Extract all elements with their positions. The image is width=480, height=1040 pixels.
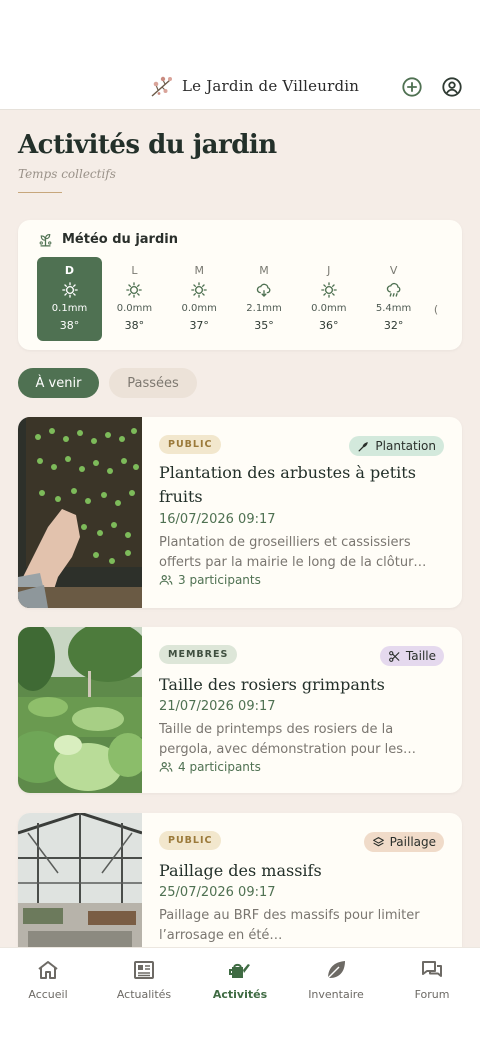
visibility-badge: PUBLIC bbox=[159, 831, 222, 850]
activity-date: 25/07/2026 09:17 bbox=[159, 885, 276, 900]
activity-date: 16/07/2026 09:17 bbox=[159, 512, 276, 527]
watering-can-icon bbox=[229, 963, 250, 978]
category-label: Taille bbox=[405, 649, 436, 663]
activity-card[interactable]: PUBLIC Plantation Plantation des arbuste… bbox=[18, 417, 462, 608]
weather-day-cut: ( bbox=[433, 303, 439, 316]
activity-description: Plantation de groseilliers et cassissier… bbox=[159, 535, 427, 570]
weather-temp: 36° bbox=[319, 319, 339, 332]
sun-icon bbox=[320, 282, 337, 298]
trowel-icon bbox=[358, 441, 369, 451]
nav-label: Activités bbox=[212, 988, 268, 1001]
nav-item-inventaire[interactable]: Inventaire bbox=[288, 958, 384, 1001]
participants-label: 4 participants bbox=[178, 760, 261, 774]
nav-item-forum[interactable]: Forum bbox=[384, 958, 480, 1001]
weather-card: Météo du jardin D 0.1mm 38° L 0.0mm 38° bbox=[18, 220, 462, 350]
nav-label: Forum bbox=[414, 988, 450, 1001]
scissors-icon bbox=[388, 650, 400, 662]
weather-day[interactable]: D 0.1mm 38° bbox=[37, 257, 102, 341]
weather-rain: 0.0mm bbox=[311, 303, 347, 314]
nav-label: Actualités bbox=[116, 988, 172, 1001]
weather-day-partial[interactable]: ( bbox=[426, 257, 446, 341]
weather-day-letter: J bbox=[327, 264, 331, 277]
newspaper-icon bbox=[134, 961, 154, 979]
page-title: Activités du jardin bbox=[18, 130, 277, 160]
brand[interactable]: Le Jardin de Villeurdin bbox=[150, 74, 359, 98]
weather-rain: 5.4mm bbox=[375, 303, 412, 314]
nav-label: Accueil bbox=[28, 988, 68, 1001]
weather-day-letter: L bbox=[131, 264, 138, 277]
nav-item-actualites[interactable]: Actualités bbox=[96, 958, 192, 1001]
activity-title: Taille des rosiers grimpants bbox=[159, 675, 385, 694]
top-bar: Le Jardin de Villeurdin bbox=[0, 66, 480, 110]
weather-day-letter: V bbox=[389, 264, 398, 277]
leaf-icon bbox=[327, 961, 345, 979]
participants-count: 3 participants bbox=[159, 573, 261, 587]
category-label: Plantation bbox=[375, 439, 436, 453]
weather-day[interactable]: M 2.1mm 35° bbox=[232, 257, 297, 341]
garden-beds-photo bbox=[18, 627, 142, 793]
plus-circle-icon[interactable] bbox=[401, 76, 423, 98]
weather-rain: 0.0mm bbox=[181, 303, 217, 314]
page-subtitle: Temps collectifs bbox=[18, 167, 116, 181]
activity-card[interactable]: MEMBRES Taille Taille des rosiers grimpa… bbox=[18, 627, 462, 793]
weather-temp: 37° bbox=[189, 319, 209, 332]
weather-rain: 2.1mm bbox=[246, 303, 282, 314]
weather-title: Météo du jardin bbox=[62, 232, 178, 247]
participants-label: 3 participants bbox=[178, 573, 261, 587]
weather-day-letter: M bbox=[194, 264, 204, 277]
weather-day[interactable]: V 5.4mm 32° bbox=[361, 257, 426, 341]
weather-day[interactable]: M 0.0mm 37° bbox=[167, 257, 232, 341]
bottom-navigation: Accueil Actualités Activités Inventaire … bbox=[0, 947, 480, 1040]
user-circle-icon[interactable] bbox=[441, 76, 463, 98]
category-tag: Paillage bbox=[363, 832, 444, 852]
visibility-badge: PUBLIC bbox=[159, 435, 222, 454]
weather-rain: 0.0mm bbox=[116, 303, 153, 314]
category-label: Paillage bbox=[389, 835, 436, 849]
category-tag: Taille bbox=[379, 646, 444, 666]
tab-past[interactable]: Passées bbox=[109, 368, 197, 398]
weather-header: Météo du jardin bbox=[37, 231, 178, 248]
activity-date: 21/07/2026 09:17 bbox=[159, 699, 276, 714]
nav-item-activites[interactable]: Activités bbox=[192, 958, 288, 1001]
seedling-tray-photo bbox=[18, 417, 142, 608]
chat-bubbles-icon bbox=[422, 961, 442, 977]
activity-title: Plantation des arbustes à petits fruits bbox=[159, 463, 416, 506]
users-icon bbox=[159, 575, 173, 585]
weather-temp: 35° bbox=[254, 319, 274, 332]
tab-upcoming[interactable]: À venir bbox=[18, 368, 99, 398]
weather-temp: 38° bbox=[59, 319, 80, 332]
activity-title: Paillage des massifs bbox=[159, 861, 322, 880]
title-divider bbox=[18, 192, 62, 193]
cloud-drizzle-icon bbox=[256, 283, 271, 297]
layers-icon bbox=[372, 836, 384, 846]
home-icon bbox=[38, 961, 58, 979]
activity-description: Taille de printemps des rosiers de la pe… bbox=[159, 722, 416, 757]
weather-rain: 0.1mm bbox=[51, 303, 88, 314]
greenhouse-photo bbox=[18, 813, 142, 947]
weather-day-letter: D bbox=[64, 264, 75, 277]
weather-day[interactable]: J 0.0mm 36° bbox=[296, 257, 361, 341]
participants-count: 4 participants bbox=[159, 760, 261, 774]
sun-icon bbox=[126, 282, 143, 298]
users-icon bbox=[159, 762, 173, 772]
weather-days[interactable]: D 0.1mm 38° L 0.0mm 38° M 0.0mm 37° M 2.… bbox=[37, 257, 446, 341]
sun-icon bbox=[61, 282, 78, 298]
activity-tabs: À venir Passées bbox=[18, 368, 197, 398]
category-tag: Plantation bbox=[349, 436, 444, 456]
sun-icon bbox=[191, 282, 207, 298]
main-content[interactable]: Activités du jardin Temps collectifs Mét… bbox=[0, 110, 480, 947]
plant-sprout-icon bbox=[39, 233, 52, 247]
cloud-rain-icon bbox=[386, 282, 401, 297]
app-title: Le Jardin de Villeurdin bbox=[182, 77, 360, 95]
activity-description: Paillage au BRF des massifs pour limiter… bbox=[159, 908, 420, 943]
weather-day-letter: M bbox=[259, 264, 269, 277]
nav-label: Inventaire bbox=[308, 988, 364, 1001]
blossom-branch-icon bbox=[151, 76, 172, 97]
activity-card[interactable]: PUBLIC Paillage Paillage des massifs 25/… bbox=[18, 813, 462, 947]
visibility-badge: MEMBRES bbox=[159, 645, 238, 664]
weather-day[interactable]: L 0.0mm 38° bbox=[102, 257, 167, 341]
weather-temp: 38° bbox=[124, 319, 145, 332]
nav-item-accueil[interactable]: Accueil bbox=[0, 958, 96, 1001]
weather-temp: 32° bbox=[383, 319, 404, 332]
